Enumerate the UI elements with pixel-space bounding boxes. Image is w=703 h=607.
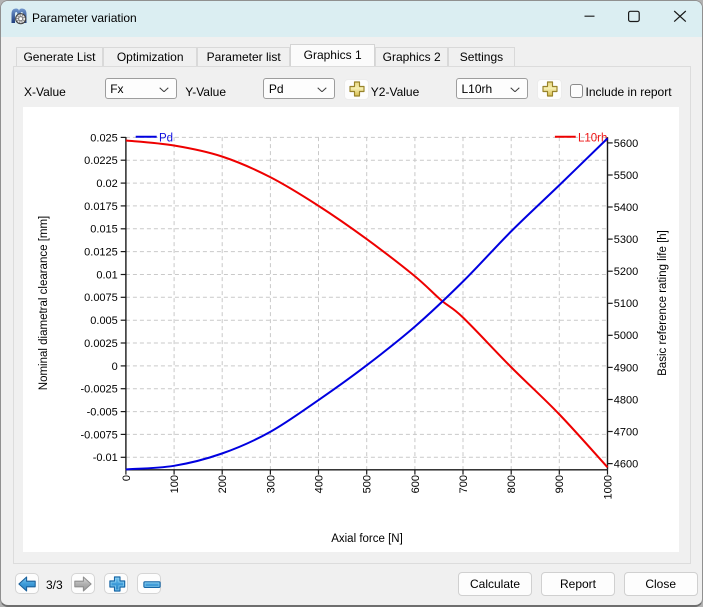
svg-text:5300: 5300 xyxy=(614,234,638,246)
svg-text:4700: 4700 xyxy=(614,426,638,438)
svg-text:200: 200 xyxy=(217,475,229,493)
svg-text:-0.01: -0.01 xyxy=(93,452,118,464)
svg-text:0: 0 xyxy=(121,475,133,481)
svg-text:0.02: 0.02 xyxy=(96,178,117,190)
svg-text:4900: 4900 xyxy=(614,362,638,374)
svg-text:Nominal diametral clearance [m: Nominal diametral clearance [mm] xyxy=(38,216,50,390)
svg-text:5400: 5400 xyxy=(614,202,638,214)
svg-text:Axial force [N]: Axial force [N] xyxy=(331,533,403,545)
svg-text:5000: 5000 xyxy=(614,330,638,342)
svg-text:0.0025: 0.0025 xyxy=(84,338,118,350)
svg-text:5100: 5100 xyxy=(614,298,638,310)
svg-text:600: 600 xyxy=(410,475,422,493)
svg-text:4600: 4600 xyxy=(614,459,638,471)
svg-text:4800: 4800 xyxy=(614,394,638,406)
svg-text:0.0125: 0.0125 xyxy=(84,247,118,259)
svg-text:700: 700 xyxy=(458,475,470,493)
svg-text:0: 0 xyxy=(112,361,118,373)
svg-text:500: 500 xyxy=(362,475,374,493)
svg-text:5500: 5500 xyxy=(614,170,638,182)
svg-text:5200: 5200 xyxy=(614,266,638,278)
svg-text:100: 100 xyxy=(169,475,181,493)
svg-text:0.025: 0.025 xyxy=(90,132,118,144)
svg-text:Basic reference rating life [h: Basic reference rating life [h] xyxy=(657,230,669,376)
svg-text:0.0175: 0.0175 xyxy=(84,201,118,213)
svg-text:800: 800 xyxy=(506,475,518,493)
svg-text:-0.0025: -0.0025 xyxy=(80,384,117,396)
svg-text:400: 400 xyxy=(313,475,325,493)
svg-text:900: 900 xyxy=(554,475,566,493)
svg-text:0.0075: 0.0075 xyxy=(84,292,118,304)
svg-text:0.015: 0.015 xyxy=(90,224,118,236)
svg-text:Pd: Pd xyxy=(159,132,173,144)
svg-text:-0.0075: -0.0075 xyxy=(80,429,117,441)
svg-text:1000: 1000 xyxy=(602,475,614,499)
svg-text:0.005: 0.005 xyxy=(90,315,118,327)
svg-text:0.01: 0.01 xyxy=(96,269,117,281)
svg-text:300: 300 xyxy=(265,475,277,493)
svg-text:0.0225: 0.0225 xyxy=(84,155,118,167)
svg-text:-0.005: -0.005 xyxy=(87,407,118,419)
svg-text:5600: 5600 xyxy=(614,138,638,150)
